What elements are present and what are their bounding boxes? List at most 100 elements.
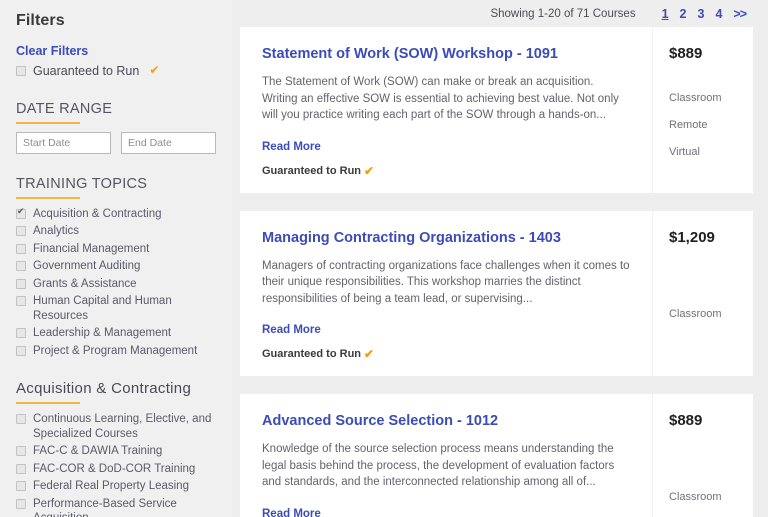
topic-label: Project & Program Management: [33, 344, 198, 357]
training-topics-list: Acquisition & Contracting Analytics Fina…: [16, 206, 216, 359]
subtopic-label: Performance-Based Service Acquisition: [33, 497, 177, 517]
filters-sidebar: Filters Clear Filters Guaranteed to Run …: [0, 0, 232, 517]
topic-checkbox[interactable]: [16, 328, 26, 338]
guaranteed-to-run-badge-label: Guaranteed to Run: [262, 348, 362, 360]
filter-item[interactable]: Analytics: [16, 224, 216, 239]
filter-item[interactable]: Performance-Based Service Acquisition: [16, 497, 216, 517]
subtopic-label: FAC-C & DAWIA Training: [33, 445, 163, 457]
subtopic-label: Federal Real Property Leasing: [33, 480, 189, 492]
course-price: $1,209: [669, 228, 715, 246]
page-root: Filters Clear Filters Guaranteed to Run …: [0, 0, 768, 517]
date-range-heading: DATE RANGE: [16, 100, 113, 117]
check-icon: ✔: [149, 63, 160, 77]
course-card-body: Statement of Work (SOW) Workshop - 1091 …: [240, 27, 653, 193]
next-page-link[interactable]: >>: [733, 7, 747, 21]
date-range-accent: [16, 121, 80, 124]
course-description: Knowledge of the source selection proces…: [262, 443, 615, 488]
guaranteed-to-run-checkbox[interactable]: [16, 66, 26, 76]
read-more-link[interactable]: Read More: [262, 508, 321, 517]
topic-label: Acquisition & Contracting: [33, 207, 162, 220]
topic-checkbox[interactable]: [16, 206, 26, 219]
topic-label: Leadership & Management: [33, 327, 172, 339]
course-card-body: Managing Contracting Organizations - 140…: [240, 210, 653, 376]
filter-item[interactable]: Project & Program Management: [16, 344, 216, 359]
filter-item[interactable]: FAC-C & DAWIA Training: [16, 444, 216, 459]
pagination: 1 2 3 4 >>: [662, 7, 747, 21]
subtopic-checkbox[interactable]: [16, 446, 26, 456]
course-card-body: Advanced Source Selection - 1012 Knowled…: [240, 394, 653, 517]
page-2-link[interactable]: 2: [680, 7, 687, 21]
training-topics-heading: TRAINING TOPICS: [16, 175, 148, 192]
filter-item[interactable]: Financial Management: [16, 242, 216, 257]
course-card[interactable]: Advanced Source Selection - 1012 Knowled…: [240, 394, 753, 517]
course-card-side: $889 Classroom Remote Virtual: [653, 27, 753, 193]
clear-filters-link[interactable]: Clear Filters: [16, 44, 216, 58]
guaranteed-to-run-badge-label: Guaranteed to Run: [262, 164, 362, 177]
subtopic-checkbox[interactable]: [16, 481, 26, 491]
course-card[interactable]: Statement of Work (SOW) Workshop - 1091 …: [240, 27, 753, 193]
check-icon: ✔: [364, 347, 375, 361]
topic-label: Government Auditing: [33, 260, 141, 272]
topic-label: Analytics: [33, 225, 80, 237]
read-more-link[interactable]: Read More: [262, 141, 321, 153]
course-description: Managers of contracting organizations fa…: [262, 259, 630, 305]
filter-guaranteed-to-run[interactable]: Guaranteed to Run ✔: [16, 64, 216, 79]
course-list: Statement of Work (SOW) Workshop - 1091 …: [232, 27, 768, 517]
filter-item[interactable]: Continuous Learning, Elective, and Speci…: [16, 412, 216, 441]
filter-item[interactable]: FAC-COR & DoD-COR Training: [16, 462, 216, 477]
check-icon: ✔: [364, 163, 375, 178]
topic-label: Human Capital and Human Resources: [33, 295, 172, 322]
course-title-link[interactable]: Managing Contracting Organizations - 140…: [262, 229, 630, 247]
filter-item[interactable]: Grants & Assistance: [16, 277, 216, 292]
topic-checkbox[interactable]: [16, 345, 26, 356]
results-toolbar: Showing 1-20 of 71 Courses 1 2 3 4 >>: [232, 0, 768, 27]
topic-checkbox[interactable]: [16, 296, 26, 306]
course-card[interactable]: Managing Contracting Organizations - 140…: [240, 210, 753, 377]
course-card-side: $889 Classroom: [653, 394, 753, 517]
topic-checkbox[interactable]: [16, 226, 26, 236]
topic-label: Grants & Assistance: [33, 277, 137, 290]
page-4-link[interactable]: 4: [715, 7, 722, 21]
subtopic-checkbox[interactable]: [16, 498, 26, 509]
showing-count: Showing 1-20 of 71 Courses: [490, 7, 636, 20]
course-price: $889: [669, 412, 703, 429]
delivery-mode: Classroom: [669, 491, 722, 503]
delivery-mode: Classroom: [669, 92, 722, 104]
course-card-side: $1,209 Classroom: [653, 211, 753, 377]
guaranteed-to-run-label: Guaranteed to Run: [33, 64, 140, 78]
delivery-mode: Remote: [669, 119, 708, 131]
subtopic-label: Continuous Learning, Elective, and Speci…: [33, 413, 212, 440]
filter-item[interactable]: Federal Real Property Leasing: [16, 479, 216, 494]
training-topics-accent: [16, 196, 80, 199]
topic-checkbox[interactable]: [16, 261, 26, 271]
course-title-link[interactable]: Statement of Work (SOW) Workshop - 1091: [262, 45, 630, 63]
guaranteed-to-run-badge: Guaranteed to Run ✔: [262, 165, 630, 177]
course-price: $889: [669, 45, 703, 62]
subtopic-checkbox[interactable]: [16, 414, 26, 424]
acquisition-contracting-list: Continuous Learning, Elective, and Speci…: [16, 412, 216, 517]
delivery-mode: Classroom: [669, 307, 722, 320]
acquisition-contracting-heading: Acquisition & Contracting: [16, 380, 192, 397]
course-title-link[interactable]: Advanced Source Selection - 1012: [262, 412, 630, 430]
topic-checkbox[interactable]: [16, 278, 26, 289]
page-3-link[interactable]: 3: [697, 7, 704, 21]
filter-item[interactable]: Acquisition & Contracting: [16, 206, 216, 222]
filter-item[interactable]: Leadership & Management: [16, 326, 216, 341]
date-range-inputs: [16, 131, 216, 154]
page-1-link[interactable]: 1: [662, 7, 669, 21]
page-title: Filters: [16, 12, 65, 29]
delivery-mode: Virtual: [669, 146, 700, 158]
read-more-link[interactable]: Read More: [262, 324, 321, 336]
topic-label: Financial Management: [33, 242, 150, 255]
filter-item[interactable]: Government Auditing: [16, 259, 216, 274]
start-date-input[interactable]: [16, 131, 111, 154]
subtopic-label: FAC-COR & DoD-COR Training: [33, 462, 196, 475]
end-date-input[interactable]: [121, 131, 216, 154]
acquisition-contracting-accent: [16, 402, 80, 404]
course-description: The Statement of Work (SOW) can make or …: [262, 76, 619, 121]
guaranteed-to-run-badge: Guaranteed to Run ✔: [262, 348, 630, 360]
topic-checkbox[interactable]: [16, 243, 26, 254]
filter-item[interactable]: Human Capital and Human Resources: [16, 294, 216, 323]
subtopic-checkbox[interactable]: [16, 463, 26, 474]
course-results: Showing 1-20 of 71 Courses 1 2 3 4 >> St…: [232, 0, 768, 517]
